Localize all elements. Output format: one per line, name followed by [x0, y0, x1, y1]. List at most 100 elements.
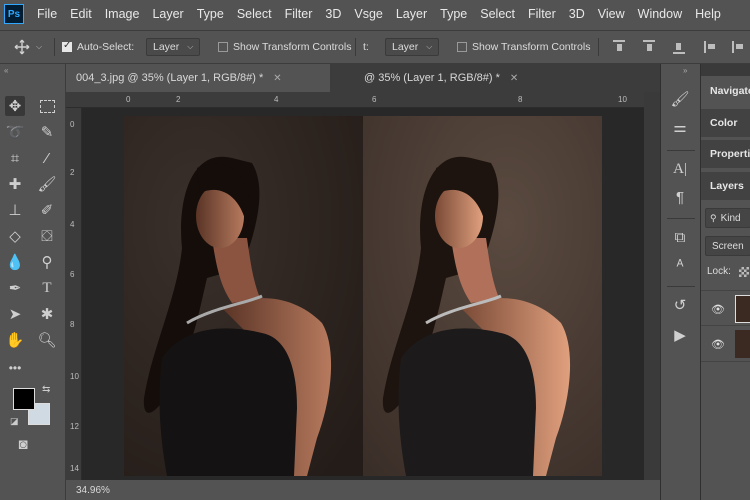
document-tab[interactable]: @ 35% (Layer 1, RGB/8#) * ✕: [358, 64, 538, 92]
menu-view[interactable]: View: [598, 7, 625, 21]
menu-filter[interactable]: Filter: [285, 7, 313, 21]
menu-bar: Ps File Edit Image Layer Type Select Fil…: [0, 0, 750, 28]
history-panel-icon[interactable]: ↺: [669, 294, 691, 316]
auto-select-checkbox[interactable]: Auto-Select:: [62, 31, 134, 63]
healing-brush-tool-icon[interactable]: ✚: [5, 174, 25, 194]
menu-file[interactable]: File: [37, 7, 57, 21]
quick-selection-tool-icon[interactable]: ✎: [37, 122, 57, 142]
character-panel-icon[interactable]: A|: [669, 158, 691, 180]
layer-row-layer-1[interactable]: 👁: [701, 290, 750, 326]
path-selection-tool-icon[interactable]: ➤: [5, 304, 25, 324]
menu-select[interactable]: Select: [237, 7, 272, 21]
panel-dock-header: [701, 64, 750, 76]
move-tool-preset-icon[interactable]: ⌵: [14, 31, 42, 63]
dodge-tool-icon[interactable]: ⚲: [37, 252, 57, 272]
lock-label: Lock:: [707, 266, 731, 277]
type-tool-icon[interactable]: T: [37, 278, 57, 298]
menu-edit[interactable]: Edit: [70, 7, 92, 21]
tab-layers[interactable]: Layers: [701, 172, 750, 200]
ruler-tick-label: 8: [518, 95, 523, 104]
auto-select-label: Auto-Select:: [77, 41, 135, 53]
tab-color[interactable]: Color: [701, 109, 750, 137]
show-transform-checkbox[interactable]: Show Transform Controls: [218, 31, 351, 63]
close-icon[interactable]: ✕: [510, 73, 518, 84]
lasso-tool-icon[interactable]: ➰: [5, 122, 25, 142]
auto-select-target-dropdown-2[interactable]: Layer ⌵: [385, 38, 439, 56]
menu-vsge[interactable]: Vsge: [354, 7, 383, 21]
blend-mode-dropdown[interactable]: Screen: [705, 236, 750, 256]
actions-play-icon[interactable]: ▶: [669, 324, 691, 346]
align-bottom-icon[interactable]: [672, 31, 686, 63]
auto-select-target-dropdown[interactable]: Layer ⌵: [146, 38, 200, 56]
horizontal-ruler: 0 2 4 6 8 10: [66, 92, 644, 108]
tab-properties[interactable]: Propertie: [701, 140, 750, 168]
eye-icon[interactable]: 👁: [711, 338, 725, 351]
history-brush-tool-icon[interactable]: ✐: [37, 200, 57, 220]
blur-tool-icon[interactable]: 💧: [5, 252, 25, 272]
foreground-color-swatch[interactable]: [13, 388, 35, 410]
menu-filter-2[interactable]: Filter: [528, 7, 556, 21]
ruler-tick-label: 12: [70, 422, 79, 431]
show-transform-checkbox-2[interactable]: Show Transform Controls: [457, 31, 590, 63]
ruler-tick-label: 4: [274, 95, 279, 104]
swap-colors-icon[interactable]: ⇆: [42, 384, 50, 395]
menu-type-2[interactable]: Type: [440, 7, 467, 21]
dropdown-value: Layer: [153, 41, 180, 53]
zoom-tool-icon[interactable]: 🔍︎: [37, 330, 57, 350]
checkbox-icon: [218, 42, 228, 52]
eraser-tool-icon[interactable]: ◇: [5, 226, 25, 246]
document-tab-active[interactable]: 004_3.jpg @ 35% (Layer 1, RGB/8#) * ✕: [66, 64, 330, 92]
hand-tool-icon[interactable]: ✋: [5, 330, 25, 350]
tab-label: Propertie: [710, 148, 750, 160]
status-bar: 34.96%: [66, 480, 660, 500]
tab-navigator[interactable]: Navigato: [701, 76, 750, 106]
menu-layer-2[interactable]: Layer: [396, 7, 427, 21]
canvas-area[interactable]: [82, 108, 644, 480]
align-top-icon[interactable]: [612, 31, 626, 63]
collapse-panel-icon[interactable]: «: [4, 66, 8, 75]
lock-transparency-icon[interactable]: [739, 267, 749, 277]
pen-tool-icon[interactable]: ✒: [5, 278, 25, 298]
eye-icon[interactable]: 👁: [711, 303, 725, 316]
vertical-scrollbar[interactable]: [644, 92, 660, 480]
menu-image[interactable]: Image: [105, 7, 140, 21]
default-colors-icon[interactable]: ◪: [10, 416, 19, 427]
align-left-icon[interactable]: [704, 31, 718, 63]
close-icon[interactable]: ✕: [273, 73, 281, 84]
layer-row-background[interactable]: 👁: [701, 326, 750, 362]
align-horizontal-center-icon[interactable]: [732, 31, 746, 63]
marquee-tool-icon[interactable]: [37, 96, 57, 116]
menu-3d-2[interactable]: 3D: [569, 7, 585, 21]
kind-label: Kind: [720, 212, 741, 224]
menu-window[interactable]: Window: [638, 7, 682, 21]
brush-tool-icon[interactable]: 🖌: [37, 174, 57, 194]
menu-layer[interactable]: Layer: [152, 7, 183, 21]
move-tool-icon[interactable]: ✥: [5, 96, 25, 116]
adjustment-sliders-icon[interactable]: ⚌: [669, 116, 691, 138]
expand-panels-icon[interactable]: »: [683, 66, 687, 75]
more-tools-icon[interactable]: •••: [5, 358, 25, 378]
brush-settings-icon[interactable]: 🖌: [669, 88, 691, 110]
menu-3d[interactable]: 3D: [325, 7, 341, 21]
align-vertical-center-icon[interactable]: [642, 31, 656, 63]
glyph-panel-icon[interactable]: ⧉: [669, 226, 691, 248]
photoshop-logo-icon: Ps: [4, 4, 24, 24]
clone-stamp-tool-icon[interactable]: ⊥: [5, 200, 25, 220]
document-canvas[interactable]: [82, 108, 644, 480]
quick-mask-icon[interactable]: ◙: [13, 434, 33, 454]
custom-shape-tool-icon[interactable]: ✱: [37, 304, 57, 324]
menu-help[interactable]: Help: [695, 7, 721, 21]
menu-select-2[interactable]: Select: [480, 7, 515, 21]
eyedropper-tool-icon[interactable]: ⁄: [37, 148, 57, 168]
show-transform-label-2: Show Transform Controls: [472, 41, 591, 53]
crop-tool-icon[interactable]: ⌗: [5, 148, 25, 168]
checkbox-checked-icon: [62, 40, 72, 52]
photo-edited: [363, 116, 602, 476]
menu-type[interactable]: Type: [197, 7, 224, 21]
paragraph-panel-icon[interactable]: ¶: [669, 186, 691, 208]
paint-bucket-tool-icon[interactable]: ⛋: [37, 226, 57, 246]
show-transform-label: Show Transform Controls: [233, 41, 352, 53]
zoom-level[interactable]: 34.96%: [76, 485, 110, 496]
character-styles-icon[interactable]: ᴬ: [669, 254, 691, 276]
layer-filter-kind[interactable]: ⚲ Kind: [705, 208, 750, 228]
